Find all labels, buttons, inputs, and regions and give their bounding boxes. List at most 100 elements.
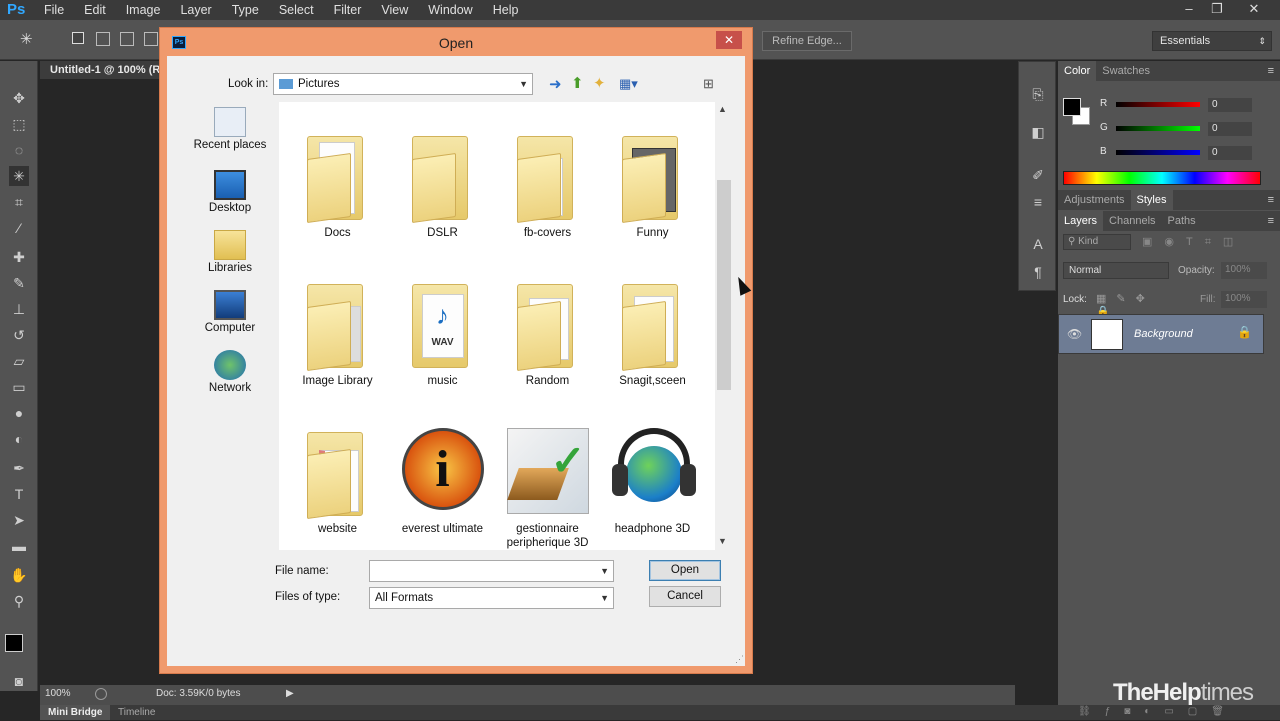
document-tab[interactable]: Untitled-1 @ 100% (R: [40, 61, 165, 79]
close-icon[interactable]: ✕: [716, 31, 742, 49]
new-folder-icon[interactable]: ✦: [593, 74, 606, 92]
menu-help[interactable]: Help: [483, 0, 529, 20]
file-item[interactable]: fb-covers: [495, 128, 600, 240]
panel-menu-icon[interactable]: ≡: [1268, 215, 1274, 227]
file-list[interactable]: Docs DSLR fb-covers Funny Image Library …: [279, 102, 715, 550]
layer-row[interactable]: 👁 Background 🔒: [1058, 314, 1264, 354]
r-slider-track[interactable]: [1116, 102, 1200, 107]
menu-filter[interactable]: Filter: [324, 0, 372, 20]
pinned-folder-icon[interactable]: ⊞: [703, 76, 714, 92]
minimize-icon[interactable]: –: [1175, 0, 1203, 20]
restore-icon[interactable]: ❐: [1203, 0, 1231, 20]
workspace-select[interactable]: Essentials ⇕: [1152, 31, 1272, 51]
scroll-down-icon[interactable]: ▼: [718, 536, 727, 546]
file-item[interactable]: DSLR: [390, 128, 495, 240]
tab-styles[interactable]: Styles: [1130, 190, 1173, 210]
magic-wand-tool-icon[interactable]: ✳: [9, 166, 29, 186]
g-slider-track[interactable]: [1116, 126, 1200, 131]
up-folder-icon[interactable]: ⬆: [571, 74, 584, 92]
status-options-icon[interactable]: [95, 688, 107, 700]
intersect-selection-icon[interactable]: [144, 32, 158, 46]
gradient-tool-icon[interactable]: ▭: [9, 377, 29, 397]
file-item[interactable]: ✓ gestionnaire peripherique 3D: [495, 424, 600, 550]
fill-field[interactable]: 100%: [1221, 291, 1267, 308]
file-item[interactable]: website: [285, 424, 390, 536]
menu-file[interactable]: File: [34, 0, 74, 20]
place-network[interactable]: Network: [181, 350, 279, 394]
b-value-field[interactable]: 0: [1208, 146, 1252, 160]
scroll-up-icon[interactable]: ▲: [718, 104, 727, 114]
tab-mini-bridge[interactable]: Mini Bridge: [40, 705, 111, 720]
layer-filter-icons[interactable]: ▣◉T⌗◫: [1142, 235, 1272, 249]
file-list-scrollbar[interactable]: ▲ ▼: [715, 102, 731, 550]
lasso-tool-icon[interactable]: ◌: [9, 140, 29, 160]
file-item[interactable]: Image Library: [285, 276, 390, 388]
open-button[interactable]: Open: [649, 560, 721, 581]
eyedropper-tool-icon[interactable]: ⁄: [9, 218, 29, 238]
menu-select[interactable]: Select: [269, 0, 324, 20]
file-item[interactable]: Random: [495, 276, 600, 388]
close-window-icon[interactable]: ✕: [1240, 0, 1268, 20]
resize-grip-icon[interactable]: ⋰: [735, 654, 744, 665]
layer-filter-select[interactable]: ⚲ Kind: [1063, 234, 1131, 250]
layers-footer-icons[interactable]: ⛓ƒ◙◐▭▢🗑: [1058, 706, 1280, 721]
g-value-field[interactable]: 0: [1208, 122, 1252, 136]
files-of-type-select[interactable]: All Formats ▼: [369, 587, 614, 609]
pen-tool-icon[interactable]: ✒: [9, 458, 29, 478]
file-item[interactable]: ♪ WAV music: [390, 276, 495, 388]
menu-view[interactable]: View: [371, 0, 418, 20]
paragraph-panel-icon[interactable]: ¶: [1028, 262, 1048, 282]
b-slider-track[interactable]: [1116, 150, 1200, 155]
history-brush-icon[interactable]: ↺: [9, 325, 29, 345]
tab-color[interactable]: Color: [1058, 61, 1097, 81]
clone-stamp-icon[interactable]: ⊥: [9, 299, 29, 319]
brush-tool-icon[interactable]: ✎: [9, 273, 29, 293]
panel-menu-icon[interactable]: ≡: [1268, 194, 1274, 206]
healing-brush-icon[interactable]: ✚: [9, 247, 29, 267]
panel-menu-icon[interactable]: ≡: [1268, 65, 1274, 77]
path-selection-icon[interactable]: ➤: [9, 510, 29, 530]
brush-panel-icon[interactable]: ✐: [1028, 165, 1048, 185]
tab-channels[interactable]: Channels: [1103, 211, 1161, 231]
eraser-tool-icon[interactable]: ▱: [9, 351, 29, 371]
tab-timeline[interactable]: Timeline: [118, 705, 155, 720]
type-tool-icon[interactable]: T: [9, 484, 29, 504]
menu-edit[interactable]: Edit: [74, 0, 116, 20]
refine-edge-button[interactable]: Refine Edge...: [762, 31, 852, 51]
lock-icons[interactable]: ▦✎✥🔒: [1096, 292, 1176, 318]
scrollbar-thumb[interactable]: [717, 180, 731, 390]
zoom-level[interactable]: 100%: [45, 685, 71, 703]
r-value-field[interactable]: 0: [1208, 98, 1252, 112]
chevron-down-icon[interactable]: ▼: [600, 561, 609, 581]
color-spectrum-bar[interactable]: [1063, 171, 1261, 185]
tab-layers[interactable]: Layers: [1058, 211, 1104, 231]
view-menu-icon[interactable]: ▦▾: [619, 76, 638, 92]
zoom-tool-icon[interactable]: ⚲: [9, 591, 29, 611]
magic-wand-preset-icon[interactable]: ✳: [20, 30, 40, 50]
file-item[interactable]: Snagit,sceen: [600, 276, 705, 388]
file-item[interactable]: Docs: [285, 128, 390, 240]
back-icon[interactable]: ➜: [549, 75, 562, 93]
menu-image[interactable]: Image: [116, 0, 171, 20]
look-in-select[interactable]: Pictures ▼: [273, 73, 533, 95]
subtract-selection-icon[interactable]: [120, 32, 134, 46]
brush-presets-icon[interactable]: ≡: [1028, 192, 1048, 212]
menu-window[interactable]: Window: [418, 0, 482, 20]
marquee-tool-icon[interactable]: ⬚: [9, 114, 29, 134]
file-item[interactable]: i everest ultimate: [390, 424, 495, 536]
history-panel-icon[interactable]: ⎘: [1028, 84, 1048, 104]
quick-mask-icon[interactable]: ◙: [9, 671, 29, 691]
cancel-button[interactable]: Cancel: [649, 586, 721, 607]
crop-tool-icon[interactable]: ⌗: [9, 192, 29, 212]
color-fg-swatch[interactable]: [1063, 98, 1081, 116]
file-item[interactable]: headphone 3D: [600, 424, 705, 536]
menu-layer[interactable]: Layer: [170, 0, 221, 20]
properties-panel-icon[interactable]: ◧: [1028, 122, 1048, 142]
tab-swatches[interactable]: Swatches: [1096, 61, 1156, 81]
opacity-field[interactable]: 100%: [1221, 262, 1267, 279]
character-panel-icon[interactable]: A: [1028, 234, 1048, 254]
blur-tool-icon[interactable]: ●: [9, 403, 29, 423]
blend-mode-select[interactable]: Normal: [1063, 262, 1169, 279]
tab-adjustments[interactable]: Adjustments: [1058, 190, 1131, 210]
file-name-input[interactable]: ▼: [369, 560, 614, 582]
